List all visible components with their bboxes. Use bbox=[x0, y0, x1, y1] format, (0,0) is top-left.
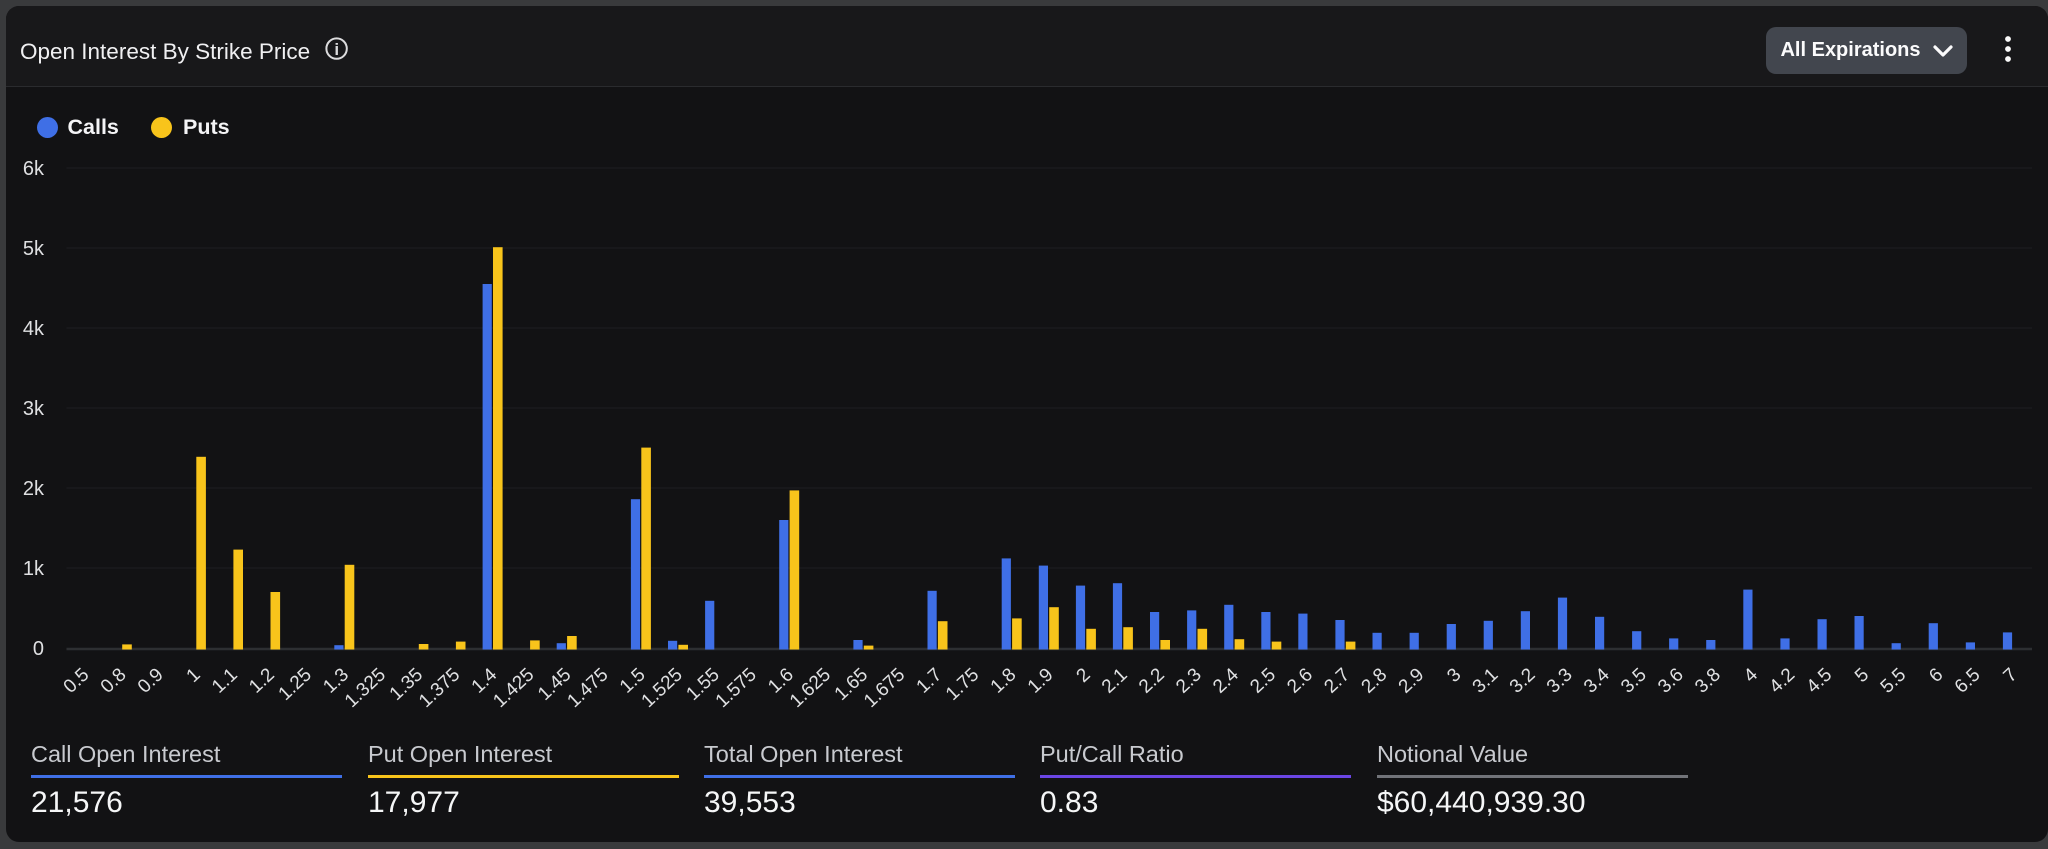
svg-text:4k: 4k bbox=[23, 318, 45, 340]
svg-text:7: 7 bbox=[2000, 664, 2022, 687]
svg-text:1.8: 1.8 bbox=[987, 664, 1021, 697]
svg-text:2.7: 2.7 bbox=[1320, 664, 1354, 697]
svg-text:0.9: 0.9 bbox=[134, 664, 168, 697]
svg-text:3.3: 3.3 bbox=[1543, 664, 1577, 697]
svg-text:1.525: 1.525 bbox=[638, 664, 687, 712]
svg-text:2.2: 2.2 bbox=[1135, 664, 1169, 697]
svg-text:1.7: 1.7 bbox=[913, 664, 947, 697]
svg-text:1.575: 1.575 bbox=[712, 664, 761, 712]
svg-text:2.1: 2.1 bbox=[1098, 664, 1132, 697]
svg-text:1.2: 1.2 bbox=[245, 664, 279, 697]
svg-text:1.425: 1.425 bbox=[489, 664, 538, 712]
svg-text:2.3: 2.3 bbox=[1172, 664, 1206, 697]
svg-text:6.5: 6.5 bbox=[1951, 664, 1985, 697]
svg-text:5k: 5k bbox=[23, 238, 45, 260]
svg-text:3.8: 3.8 bbox=[1691, 664, 1725, 697]
svg-text:0.5: 0.5 bbox=[60, 664, 94, 697]
svg-text:2.5: 2.5 bbox=[1246, 664, 1280, 697]
svg-text:3k: 3k bbox=[23, 398, 45, 420]
svg-text:0: 0 bbox=[33, 638, 44, 660]
svg-text:2.9: 2.9 bbox=[1395, 664, 1429, 697]
svg-text:3.4: 3.4 bbox=[1580, 664, 1614, 698]
svg-text:1.25: 1.25 bbox=[275, 664, 316, 705]
svg-text:3.6: 3.6 bbox=[1654, 664, 1688, 697]
svg-text:2.8: 2.8 bbox=[1358, 664, 1392, 697]
svg-text:5: 5 bbox=[1851, 664, 1873, 687]
svg-text:2.4: 2.4 bbox=[1209, 664, 1243, 698]
svg-text:0.8: 0.8 bbox=[97, 664, 131, 697]
svg-text:3.1: 3.1 bbox=[1469, 664, 1503, 697]
svg-text:1.675: 1.675 bbox=[860, 664, 909, 712]
svg-text:1.9: 1.9 bbox=[1024, 664, 1058, 697]
svg-text:1.1: 1.1 bbox=[208, 664, 242, 697]
svg-text:1k: 1k bbox=[23, 558, 45, 580]
svg-text:5.5: 5.5 bbox=[1877, 664, 1911, 697]
svg-text:6: 6 bbox=[1925, 664, 1947, 687]
svg-text:1.75: 1.75 bbox=[942, 664, 983, 705]
svg-text:4.5: 4.5 bbox=[1803, 664, 1837, 697]
svg-text:1.325: 1.325 bbox=[341, 664, 390, 712]
svg-text:2k: 2k bbox=[23, 478, 45, 500]
svg-text:3.5: 3.5 bbox=[1617, 664, 1651, 697]
svg-text:1.375: 1.375 bbox=[415, 664, 464, 712]
svg-text:3.2: 3.2 bbox=[1506, 664, 1540, 697]
svg-text:3: 3 bbox=[1443, 664, 1465, 687]
svg-text:2.6: 2.6 bbox=[1283, 664, 1317, 697]
svg-text:4: 4 bbox=[1740, 664, 1762, 687]
svg-text:1.625: 1.625 bbox=[786, 664, 835, 712]
svg-text:1: 1 bbox=[183, 664, 205, 687]
svg-text:1.475: 1.475 bbox=[563, 664, 612, 712]
svg-text:4.2: 4.2 bbox=[1765, 664, 1799, 697]
svg-text:6k: 6k bbox=[23, 158, 45, 180]
svg-text:2: 2 bbox=[1073, 664, 1095, 687]
